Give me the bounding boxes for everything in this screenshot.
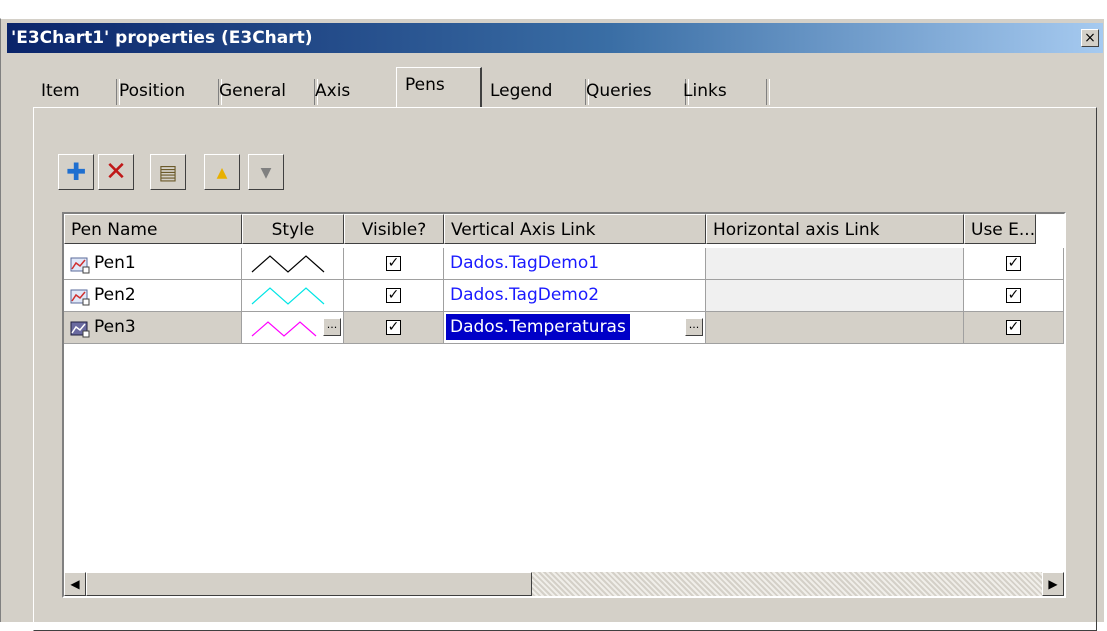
column-header-visible[interactable]: Visible? (344, 214, 444, 244)
pen-line-icon (70, 286, 90, 306)
pen-style-preview (251, 321, 317, 337)
visible-checkbox[interactable]: ✓ (386, 255, 401, 271)
style-edit-button[interactable]: ... (323, 318, 341, 336)
visible-cell[interactable]: ✓ (344, 312, 444, 344)
style-cell[interactable] (242, 248, 344, 280)
tab-links[interactable]: Links (675, 75, 770, 107)
visible-cell[interactable]: ✓ (344, 248, 444, 280)
tab-pens-label: Pens (405, 75, 445, 95)
use-e-cell[interactable]: ✓ (964, 312, 1064, 344)
move-down-button[interactable]: ▼ (248, 154, 284, 190)
properties-icon: ▤ (158, 160, 178, 184)
visible-checkbox[interactable]: ✓ (386, 287, 401, 303)
column-header-pen-name[interactable]: Pen Name (64, 214, 242, 244)
tab-pens[interactable]: Pens (396, 67, 482, 107)
properties-window: 'E3Chart1' properties (E3Chart) × Item P… (0, 18, 1104, 631)
tab-general-label: General (219, 81, 286, 101)
column-header-style[interactable]: Style (242, 214, 344, 244)
window-title: 'E3Chart1' properties (E3Chart) (11, 28, 313, 48)
pen-name: Pen3 (94, 317, 136, 337)
pen-properties-button[interactable]: ▤ (150, 154, 186, 190)
delete-x-icon: ✕ (105, 157, 127, 187)
tab-axis[interactable]: Axis (307, 75, 383, 107)
tab-strip: Item Position General Axis Pens Legend Q… (33, 67, 793, 109)
vertical-axis-link-browse-button[interactable]: ... (685, 318, 703, 336)
table-row[interactable]: Pen2 ✓ Dados.TagDemo2 ✓ (64, 280, 1064, 312)
horizontal-axis-link-cell[interactable] (706, 248, 964, 280)
scroll-left-button[interactable]: ◀ (64, 572, 86, 596)
tab-queries[interactable]: Queries (578, 75, 689, 107)
style-cell[interactable] (242, 280, 344, 312)
move-up-button[interactable]: ▲ (204, 154, 240, 190)
delete-pen-button[interactable]: ✕ (98, 154, 134, 190)
pen-name-cell[interactable]: Pen2 (64, 280, 242, 312)
pen-line-icon (70, 254, 90, 274)
tab-links-label: Links (683, 81, 727, 101)
column-header-horizontal-axis-link[interactable]: Horizontal axis Link (706, 214, 964, 244)
horizontal-scrollbar[interactable]: ◀ ▶ (64, 572, 1064, 596)
pen-style-preview (251, 287, 325, 305)
pen-name: Pen2 (94, 285, 136, 305)
pens-tab-page: ✚ ✕ ▤ ▲ ▼ Pen Name Style Visible? Vertic… (33, 107, 1097, 631)
column-header-vertical-axis-link[interactable]: Vertical Axis Link (444, 214, 706, 244)
arrow-down-icon: ▼ (260, 165, 272, 181)
use-e-cell[interactable]: ✓ (964, 280, 1064, 312)
tab-item[interactable]: Item (33, 75, 120, 107)
horizontal-axis-link-cell[interactable] (706, 312, 964, 344)
tab-legend-label: Legend (490, 81, 553, 101)
column-header-use-e[interactable]: Use E... (964, 214, 1036, 244)
vertical-axis-link-selected-text[interactable]: Dados.Temperaturas (446, 314, 630, 340)
tab-position[interactable]: Position (111, 75, 222, 107)
close-icon[interactable]: × (1081, 29, 1099, 47)
vertical-axis-link-cell[interactable]: Dados.TagDemo1 (444, 248, 706, 280)
style-cell[interactable]: ... (242, 312, 344, 344)
tab-position-label: Position (119, 81, 186, 101)
pens-grid: Pen Name Style Visible? Vertical Axis Li… (62, 212, 1066, 598)
tab-queries-label: Queries (586, 81, 652, 101)
use-e-checkbox[interactable]: ✓ (1006, 287, 1021, 303)
tab-general[interactable]: General (211, 75, 318, 107)
scroll-right-button[interactable]: ▶ (1042, 572, 1064, 596)
horizontal-axis-link-cell[interactable] (706, 280, 964, 312)
use-e-checkbox[interactable]: ✓ (1006, 319, 1021, 335)
vertical-axis-link-cell[interactable]: Dados.TagDemo2 (444, 280, 706, 312)
use-e-cell[interactable]: ✓ (964, 248, 1064, 280)
table-row-selected[interactable]: Pen3 ... ✓ Dados.Temperaturas ... ✓ (64, 312, 1064, 344)
pen-name-cell[interactable]: Pen1 (64, 248, 242, 280)
scrollbar-thumb[interactable] (86, 572, 532, 596)
plus-icon: ✚ (65, 158, 87, 186)
pen-name: Pen1 (94, 253, 136, 273)
vertical-axis-link-cell[interactable]: Dados.Temperaturas ... (444, 312, 706, 344)
add-pen-button[interactable]: ✚ (58, 154, 94, 190)
pen-name-cell[interactable]: Pen3 (64, 312, 242, 344)
tab-axis-label: Axis (315, 81, 351, 101)
table-row[interactable]: Pen1 ✓ Dados.TagDemo1 ✓ (64, 248, 1064, 280)
pen-style-preview (251, 255, 325, 273)
visible-cell[interactable]: ✓ (344, 280, 444, 312)
arrow-up-icon: ▲ (216, 165, 228, 181)
visible-checkbox[interactable]: ✓ (386, 319, 401, 335)
title-bar: 'E3Chart1' properties (E3Chart) × (7, 23, 1103, 53)
tab-legend[interactable]: Legend (482, 75, 589, 107)
tab-item-label: Item (41, 81, 80, 101)
use-e-checkbox[interactable]: ✓ (1006, 255, 1021, 271)
pen-line-icon (70, 318, 90, 338)
